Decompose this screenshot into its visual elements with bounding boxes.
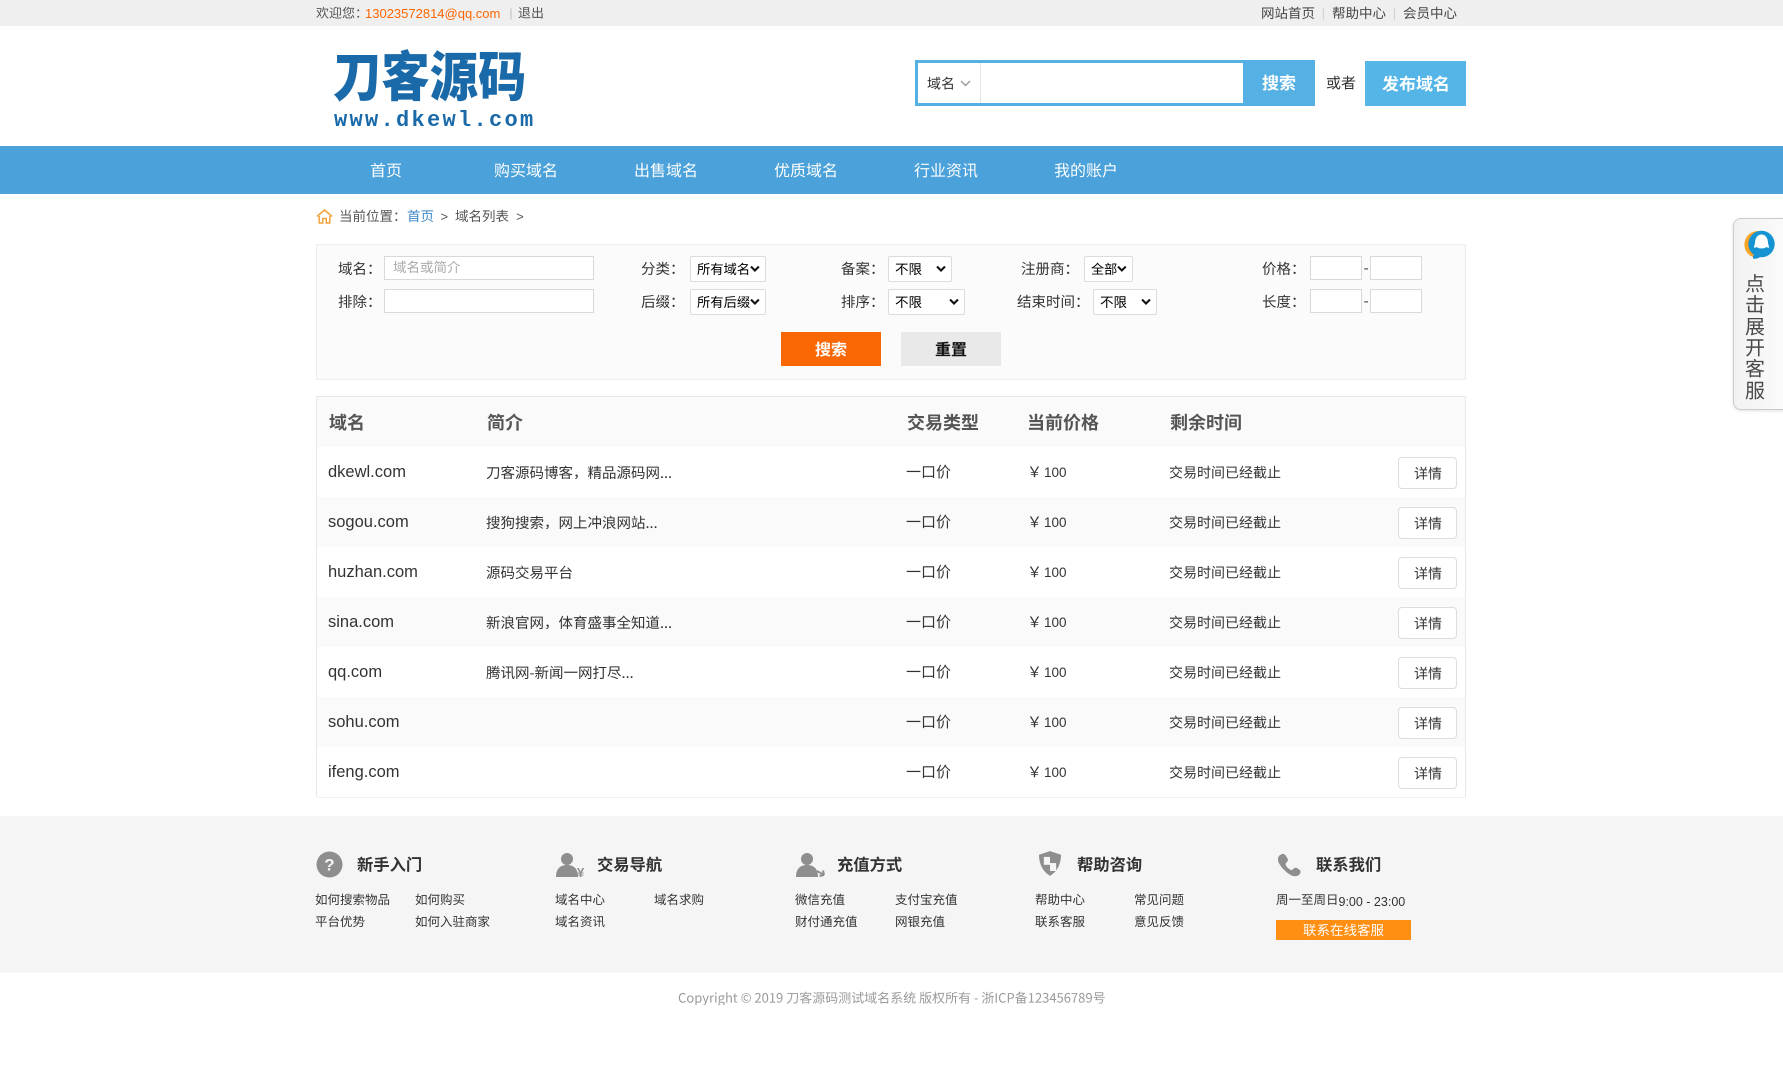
svg-text:?: ? xyxy=(324,856,334,875)
svg-text:¥: ¥ xyxy=(577,865,585,878)
